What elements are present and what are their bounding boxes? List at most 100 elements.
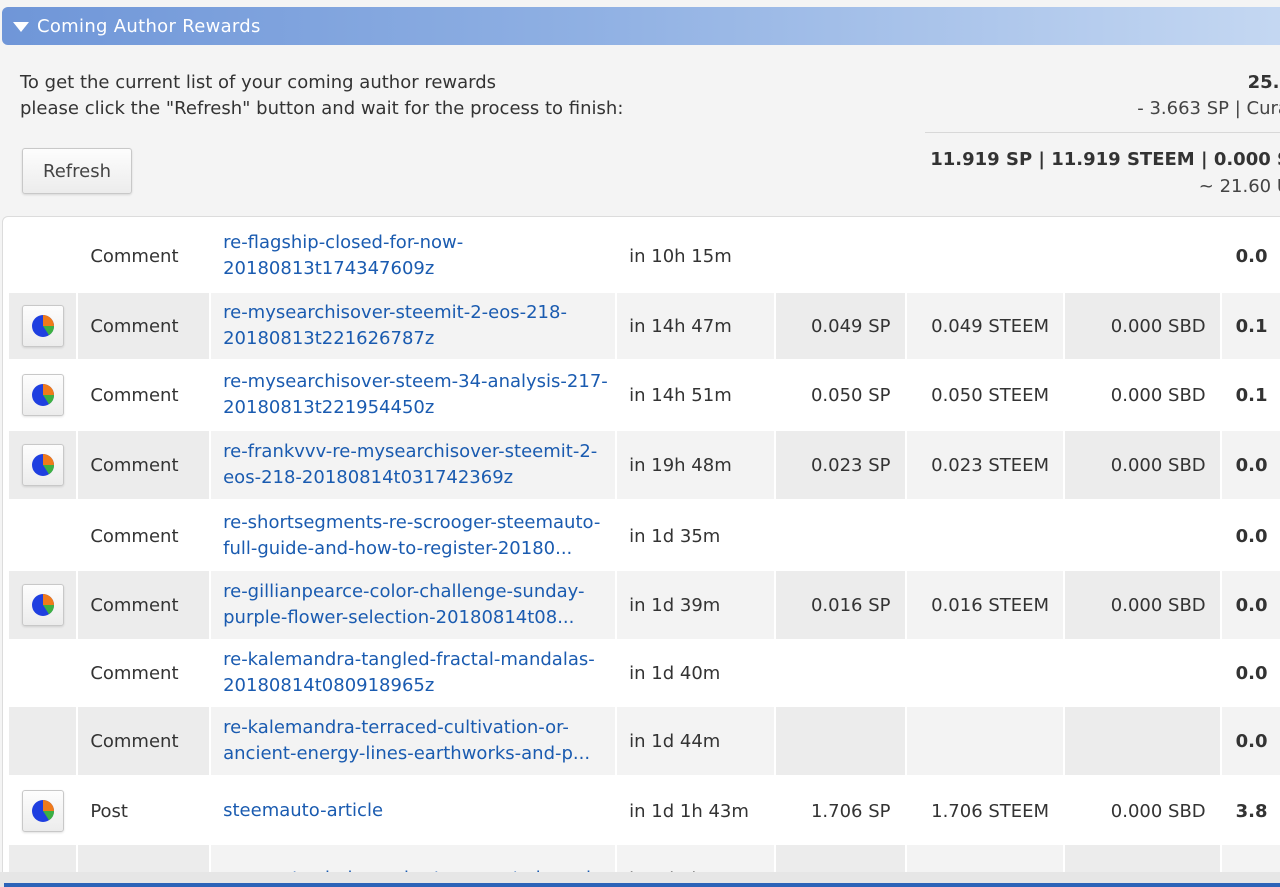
sbd-cell	[1063, 639, 1220, 707]
permlink-cell: re-mysearchisover-steemit-2-eos-218- 2018…	[209, 293, 616, 359]
sp-cell	[773, 845, 905, 873]
payout-time-cell: in 1d 44m	[615, 707, 774, 775]
payout-time-cell: in 1d 1h 53m	[615, 845, 774, 873]
type-cell: Post	[76, 777, 209, 845]
steem-cell: 0.049 STEEM	[904, 293, 1064, 359]
permlink-cell: re-kalemandra-terraced-cultivation-or-an…	[209, 707, 616, 775]
usd-cell: 0.1	[1219, 293, 1280, 359]
sbd-cell: 0.000 SBD	[1063, 361, 1220, 429]
steem-cell	[904, 707, 1064, 775]
usd-cell: 0.0	[1219, 639, 1280, 707]
sp-cell: 0.023 SP	[773, 431, 905, 499]
permlink-link[interactable]: re-flagship-closed-for-now- 20180813t1743…	[223, 230, 463, 282]
sbd-cell: 0.000 SBD	[1063, 293, 1220, 359]
table-row: Comment re-kalemandra-tangled-fractal-man…	[9, 639, 1280, 707]
pie-chart-button[interactable]	[21, 790, 64, 832]
payout-time-cell: in 1d 39m	[615, 571, 774, 639]
table-row: Comment re-frankvvv-re-mysearchisover-ste…	[9, 431, 1280, 499]
permlink-link[interactable]: re-kalemandra-terraced-cultivation-or-an…	[223, 715, 590, 767]
pie-chart-icon	[31, 454, 54, 476]
type-cell: Comment	[76, 219, 209, 293]
sp-cell: 1.706 SP	[773, 777, 905, 845]
pie-chart-icon	[31, 594, 54, 616]
sbd-cell	[1063, 845, 1220, 873]
table-row: Post steemauto-article in 1d 1h 43m 1.706 S…	[9, 777, 1280, 845]
permlink-link[interactable]: re-gillianpearce-color-challenge-sunday-…	[223, 579, 584, 631]
type-cell: Comment	[76, 293, 210, 359]
icon-cell	[9, 361, 76, 429]
payout-time-cell: in 1d 35m	[615, 501, 774, 571]
collapse-triangle-icon[interactable]	[13, 22, 29, 32]
permlink-link[interactable]: re-shortsegments-re-scrooger-steemauto-f…	[223, 510, 600, 562]
type-cell: Comment	[76, 571, 210, 639]
type-cell: Comment	[76, 845, 210, 873]
permlink-cell: re-upvotewhale-re-shortsegments-basari-	[209, 845, 616, 873]
payout-time-cell: in 1d 1h 43m	[615, 777, 774, 845]
type-cell: Comment	[76, 501, 209, 571]
permlink-link[interactable]: re-frankvvv-re-mysearchisover-steemit-2-…	[223, 439, 597, 491]
summary-sub-line: - 3.663 SP | Curat	[1137, 98, 1280, 119]
steem-cell	[904, 501, 1064, 571]
sp-cell: 0.016 SP	[773, 571, 905, 639]
pie-chart-button[interactable]	[21, 584, 64, 626]
usd-estimate: ~ 21.60 U	[1198, 176, 1280, 197]
usd-cell: 0.0	[1219, 501, 1280, 571]
sbd-cell	[1063, 707, 1220, 775]
pie-chart-icon	[31, 384, 54, 406]
sp-cell: 0.050 SP	[773, 361, 905, 429]
steem-cell: 0.023 STEEM	[904, 431, 1064, 499]
pie-chart-icon	[31, 800, 54, 822]
intro-text: To get the current list of your coming a…	[20, 70, 623, 122]
usd-cell: 0.0	[1219, 571, 1280, 639]
steem-cell	[904, 639, 1064, 707]
permlink-link[interactable]: re-mysearchisover-steemit-2-eos-218- 2018…	[223, 300, 567, 352]
payout-time-cell: in 10h 15m	[615, 219, 774, 293]
table-row: Commentre-upvotewhale-re-shortsegments-b…	[9, 845, 1280, 873]
usd-cell: 0.0	[1219, 707, 1280, 775]
steem-cell: 0.016 STEEM	[904, 571, 1064, 639]
steem-cell: 0.050 STEEM	[904, 361, 1064, 429]
permlink-link[interactable]: steemauto-article	[223, 798, 383, 824]
pie-chart-button[interactable]	[21, 305, 64, 347]
pie-chart-icon	[31, 315, 54, 337]
panel-header[interactable]: Coming Author Rewards	[2, 7, 1280, 45]
permlink-cell: re-shortsegments-re-scrooger-steemauto-f…	[209, 501, 615, 571]
table-row: Comment re-shortsegments-re-scrooger-stee…	[9, 501, 1280, 571]
type-cell: Comment	[76, 639, 209, 707]
usd-cell: 0.0	[1219, 431, 1280, 499]
summary-divider	[925, 132, 1280, 133]
permlink-cell: re-frankvvv-re-mysearchisover-steemit-2-…	[209, 431, 616, 499]
permlink-link[interactable]: re-kalemandra-tangled-fractal-mandalas- 2…	[223, 647, 595, 699]
permlink-cell: steemauto-article	[209, 777, 615, 845]
rewards-table: Comment re-flagship-closed-for-now- 201808…	[2, 216, 1280, 874]
table-row: Comment re-kalemandra-terraced-cultivatio…	[9, 707, 1280, 775]
sbd-cell	[1063, 501, 1220, 571]
type-cell: Comment	[76, 431, 210, 499]
usd-cell: 0.0	[1219, 219, 1280, 293]
steem-cell: 1.706 STEEM	[904, 777, 1064, 845]
horizontal-scrollbar[interactable]	[0, 872, 1280, 887]
sbd-cell: 0.000 SBD	[1063, 571, 1220, 639]
totals: 11.919 SP | 11.919 STEEM | 0.000 S ~ 21.…	[930, 146, 1280, 200]
icon-cell	[9, 639, 76, 707]
permlink-cell: re-flagship-closed-for-now- 20180813t1743…	[209, 219, 615, 293]
table-row: Comment re-mysearchisover-steem-34-analys…	[9, 361, 1280, 429]
refresh-button[interactable]: Refresh	[22, 148, 132, 194]
icon-cell	[9, 431, 77, 499]
sp-cell	[773, 639, 905, 707]
permlink-link[interactable]: re-mysearchisover-steem-34-analysis-217-…	[223, 369, 608, 421]
intro-line-1: To get the current list of your coming a…	[20, 72, 497, 93]
payout-time-cell: in 14h 51m	[615, 361, 774, 429]
table-row: Comment re-flagship-closed-for-now- 201808…	[9, 219, 1280, 293]
payout-time-cell: in 14h 47m	[615, 293, 774, 359]
sp-cell	[773, 707, 905, 775]
sbd-cell: 0.000 SBD	[1063, 431, 1220, 499]
pie-chart-button[interactable]	[21, 374, 64, 416]
permlink-cell: re-mysearchisover-steem-34-analysis-217-…	[209, 361, 615, 429]
sp-cell: 0.049 SP	[773, 293, 905, 359]
pie-chart-button[interactable]	[21, 444, 64, 486]
icon-cell	[9, 219, 76, 293]
steem-cell	[904, 219, 1064, 293]
sp-cell	[773, 501, 905, 571]
panel-title: Coming Author Rewards	[37, 15, 261, 37]
